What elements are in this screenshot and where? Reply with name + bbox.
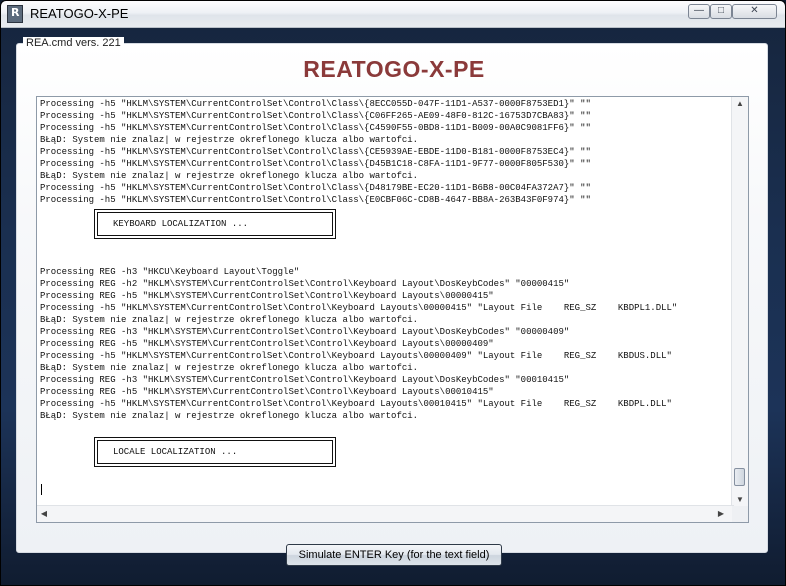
text-cursor xyxy=(41,484,42,495)
console-line: BŁąD: System nie znalaz| w rejestrze okr… xyxy=(40,315,419,325)
window-title: REATOGO-X-PE xyxy=(30,6,129,21)
banner-locale: LOCALE LOCALIZATION ... xyxy=(94,437,336,467)
scroll-down-icon[interactable]: ▼ xyxy=(732,493,748,507)
console-line: Processing -h5 "HKLM\SYSTEM\CurrentContr… xyxy=(40,303,678,313)
close-button[interactable]: ✕ xyxy=(732,4,777,19)
console-line: Processing REG -h5 "HKLM\SYSTEM\CurrentC… xyxy=(40,291,494,301)
console-line: Processing REG -h2 "HKLM\SYSTEM\CurrentC… xyxy=(40,279,570,289)
console-line: Processing REG -h5 "HKLM\SYSTEM\CurrentC… xyxy=(40,387,494,397)
banner-locale-row: LOCALE LOCALIZATION ... xyxy=(40,434,730,470)
banner-keyboard: KEYBOARD LOCALIZATION ... xyxy=(94,209,336,239)
vertical-scrollbar[interactable]: ▲ ▼ xyxy=(731,97,748,507)
maximize-button[interactable]: □ xyxy=(710,4,732,19)
console-line: Processing -h5 "HKLM\SYSTEM\CurrentContr… xyxy=(40,195,591,205)
scrollbar-corner xyxy=(732,506,748,522)
scroll-up-icon[interactable]: ▲ xyxy=(732,97,748,111)
page-title: REATOGO-X-PE xyxy=(303,56,485,82)
console-line: Processing REG -h3 "HKLM\SYSTEM\CurrentC… xyxy=(40,327,570,337)
console-line: BŁąD: System nie znalaz| w rejestrze okr… xyxy=(40,411,419,421)
horizontal-scrollbar[interactable]: ◀ ▶ xyxy=(37,505,734,522)
console-line: BŁąD: System nie znalaz| w rejestrze okr… xyxy=(40,135,419,145)
vertical-scroll-thumb[interactable] xyxy=(734,468,745,486)
console-lines: Processing -h5 "HKLM\SYSTEM\CurrentContr… xyxy=(40,98,730,470)
console-line: Processing -h5 "HKLM\SYSTEM\CurrentContr… xyxy=(40,111,591,121)
console-block-keyboard: Processing REG -h3 "HKCU\Keyboard Layout… xyxy=(40,266,730,422)
console-block-class: Processing -h5 "HKLM\SYSTEM\CurrentContr… xyxy=(40,98,730,206)
console-line: BŁąD: System nie znalaz| w rejestrze okr… xyxy=(40,171,419,181)
app-icon-letter: R xyxy=(11,6,20,19)
banner-keyboard-text: KEYBOARD LOCALIZATION ... xyxy=(113,219,249,229)
console-line: Processing -h5 "HKLM\SYSTEM\CurrentContr… xyxy=(40,183,591,193)
version-label: REA.cmd vers. 221 xyxy=(23,37,124,49)
console-line: Processing -h5 "HKLM\SYSTEM\CurrentContr… xyxy=(40,123,591,133)
console-output[interactable]: Processing -h5 "HKLM\SYSTEM\CurrentContr… xyxy=(36,96,749,523)
scroll-left-icon[interactable]: ◀ xyxy=(37,506,51,522)
console-line: Processing -h5 "HKLM\SYSTEM\CurrentContr… xyxy=(40,399,672,409)
title-bar[interactable]: R REATOGO-X-PE — □ ✕ xyxy=(1,1,785,28)
app-icon[interactable]: R xyxy=(7,5,23,23)
console-line: Processing -h5 "HKLM\SYSTEM\CurrentContr… xyxy=(40,147,591,157)
console-line: Processing -h5 "HKLM\SYSTEM\CurrentContr… xyxy=(40,99,591,109)
banner-keyboard-row: KEYBOARD LOCALIZATION ... xyxy=(40,206,730,242)
console-line: BŁąD: System nie znalaz| w rejestrze okr… xyxy=(40,363,419,373)
minimize-button[interactable]: — xyxy=(688,4,710,19)
scroll-right-icon[interactable]: ▶ xyxy=(714,506,728,522)
console-line: Processing -h5 "HKLM\SYSTEM\CurrentContr… xyxy=(40,159,591,169)
simulate-enter-button[interactable]: Simulate ENTER Key (for the text field) xyxy=(286,544,502,566)
console-line: Processing REG -h3 "HKCU\Keyboard Layout… xyxy=(40,267,300,277)
console-line: Processing REG -h5 "HKLM\SYSTEM\CurrentC… xyxy=(40,339,494,349)
console-line: Processing -h5 "HKLM\SYSTEM\CurrentContr… xyxy=(40,351,672,361)
console-line: Processing REG -h3 "HKLM\SYSTEM\CurrentC… xyxy=(40,375,570,385)
banner-locale-text: LOCALE LOCALIZATION ... xyxy=(113,447,238,457)
app-window: R REATOGO-X-PE — □ ✕ REA.cmd vers. 221 R… xyxy=(0,0,786,586)
